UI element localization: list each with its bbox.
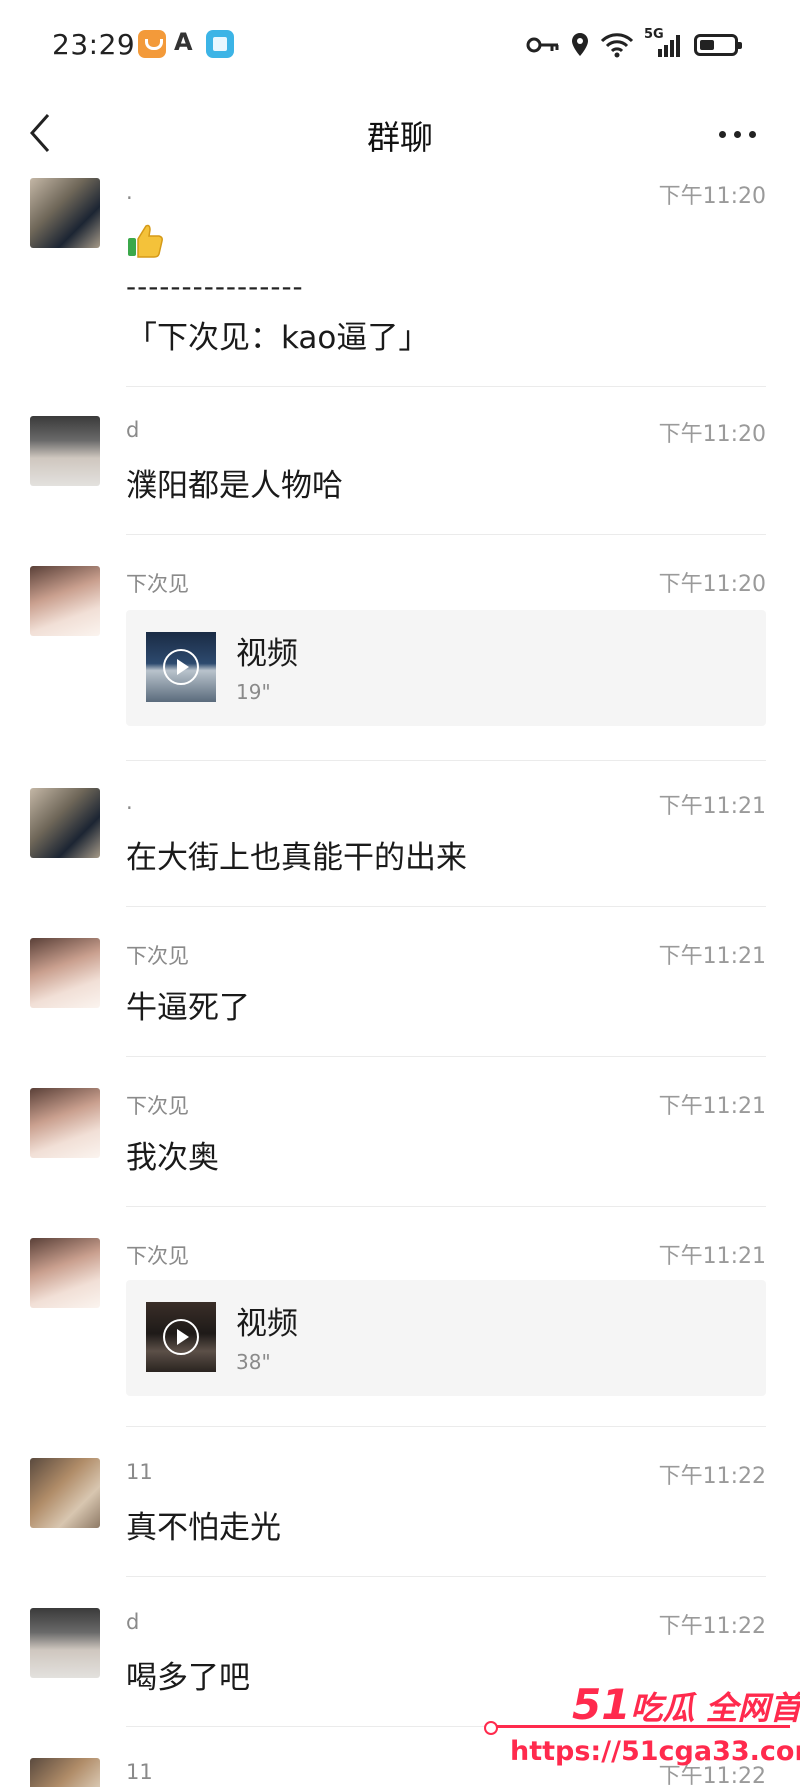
watermark-number: 51 <box>572 1680 631 1729</box>
avatar[interactable] <box>30 178 100 248</box>
divider <box>126 1576 766 1577</box>
divider <box>126 534 766 535</box>
avatar[interactable] <box>30 416 100 486</box>
battery-icon <box>694 34 742 56</box>
video-duration: 19" <box>236 680 271 704</box>
divider <box>126 1426 766 1427</box>
avatar[interactable] <box>30 788 100 858</box>
more-dot <box>748 130 756 138</box>
avatar[interactable] <box>30 938 100 1008</box>
message-time: 下午11:21 <box>658 794 766 819</box>
avatar[interactable] <box>30 1458 100 1528</box>
message-item[interactable]: 下次见 下午11:21 我次奥 <box>0 1088 800 1208</box>
watermark-line <box>484 1721 790 1735</box>
more-dots-icon <box>718 130 726 138</box>
divider <box>126 1206 766 1207</box>
message-time: 下午11:21 <box>658 944 766 969</box>
play-icon <box>163 649 199 685</box>
message-item[interactable]: 下次见 下午11:20 视频 19" <box>0 566 800 762</box>
signal-icon: 5G <box>644 27 684 59</box>
message-time: 下午11:20 <box>658 184 766 209</box>
message-text: 真不怕走光 <box>126 1510 281 1546</box>
quote-divider: ---------------- <box>126 270 304 303</box>
status-bar: 23:29 A 5G <box>0 0 800 95</box>
divider <box>126 906 766 907</box>
play-icon <box>163 1319 199 1355</box>
app-teal-icon <box>206 30 234 58</box>
wifi-icon <box>600 33 634 58</box>
divider <box>126 760 766 761</box>
video-thumbnail <box>146 632 216 702</box>
divider <box>126 1056 766 1057</box>
sender-name: 11 <box>126 1460 153 1484</box>
video-card[interactable]: 视频 38" <box>126 1280 766 1396</box>
page-title: 群聊 <box>367 118 433 157</box>
watermark-brand: 51吃瓜 全网首发 <box>572 1680 800 1729</box>
thumbs-up-icon <box>128 224 163 258</box>
avatar[interactable] <box>30 1088 100 1158</box>
status-icons: 5G <box>526 27 742 60</box>
chat-header: 群聊 <box>0 95 800 175</box>
sender-name: 下次见 <box>126 572 189 596</box>
sender-name: . <box>126 180 133 204</box>
sender-name: 11 <box>126 1760 153 1784</box>
avatar[interactable] <box>30 1238 100 1308</box>
message-item[interactable]: . 下午11:21 在大街上也真能干的出来 <box>0 788 800 908</box>
watermark-brand-text: 吃瓜 全网首发 <box>630 1689 800 1727</box>
key-icon <box>526 37 559 53</box>
message-text: 喝多了吧 <box>126 1660 250 1696</box>
location-icon <box>572 33 588 56</box>
sender-name: 下次见 <box>126 1094 189 1118</box>
sender-name: d <box>126 418 140 442</box>
watermark: 51吃瓜 全网首发 https://51cga33.com <box>484 1680 800 1787</box>
video-card[interactable]: 视频 19" <box>126 610 766 726</box>
avatar[interactable] <box>30 1608 100 1678</box>
message-time: 下午11:21 <box>658 1094 766 1119</box>
message-text: 在大街上也真能干的出来 <box>126 840 467 876</box>
app-orange-icon <box>138 30 166 58</box>
message-time: 下午11:21 <box>658 1244 766 1269</box>
message-time: 下午11:20 <box>658 572 766 597</box>
video-label: 视频 <box>236 636 298 672</box>
message-time: 下午11:22 <box>658 1464 766 1489</box>
message-item[interactable]: 下次见 下午11:21 牛逼死了 <box>0 938 800 1058</box>
more-button[interactable] <box>712 119 762 149</box>
sender-name: . <box>126 790 133 814</box>
message-item[interactable]: 11 下午11:22 真不怕走光 <box>0 1458 800 1578</box>
watermark-url: https://51cga33.com <box>510 1736 800 1767</box>
message-text: 我次奥 <box>126 1140 219 1176</box>
video-duration: 38" <box>236 1350 271 1374</box>
sender-name: d <box>126 1610 140 1634</box>
avatar[interactable] <box>30 1758 100 1787</box>
message-text: 濮阳都是人物哈 <box>126 468 343 504</box>
sender-name: 下次见 <box>126 1244 189 1268</box>
status-time: 23:29 <box>52 28 136 61</box>
message-item[interactable]: . 下午11:20 ---------------- 「下次见：kao逼了」 <box>0 178 800 388</box>
more-dot <box>733 130 741 138</box>
video-label: 视频 <box>236 1306 298 1342</box>
sender-name: 下次见 <box>126 944 189 968</box>
quoted-message: 「下次见：kao逼了」 <box>126 320 430 356</box>
app-a-icon: A <box>174 28 193 56</box>
message-item[interactable]: 下次见 下午11:21 视频 38" <box>0 1238 800 1434</box>
avatar[interactable] <box>30 566 100 636</box>
message-time: 下午11:22 <box>658 1614 766 1639</box>
divider <box>126 386 766 387</box>
message-time: 下午11:20 <box>658 422 766 447</box>
video-thumbnail <box>146 1302 216 1372</box>
message-text: 牛逼死了 <box>126 990 250 1026</box>
message-item[interactable]: d 下午11:20 濮阳都是人物哈 <box>0 416 800 536</box>
